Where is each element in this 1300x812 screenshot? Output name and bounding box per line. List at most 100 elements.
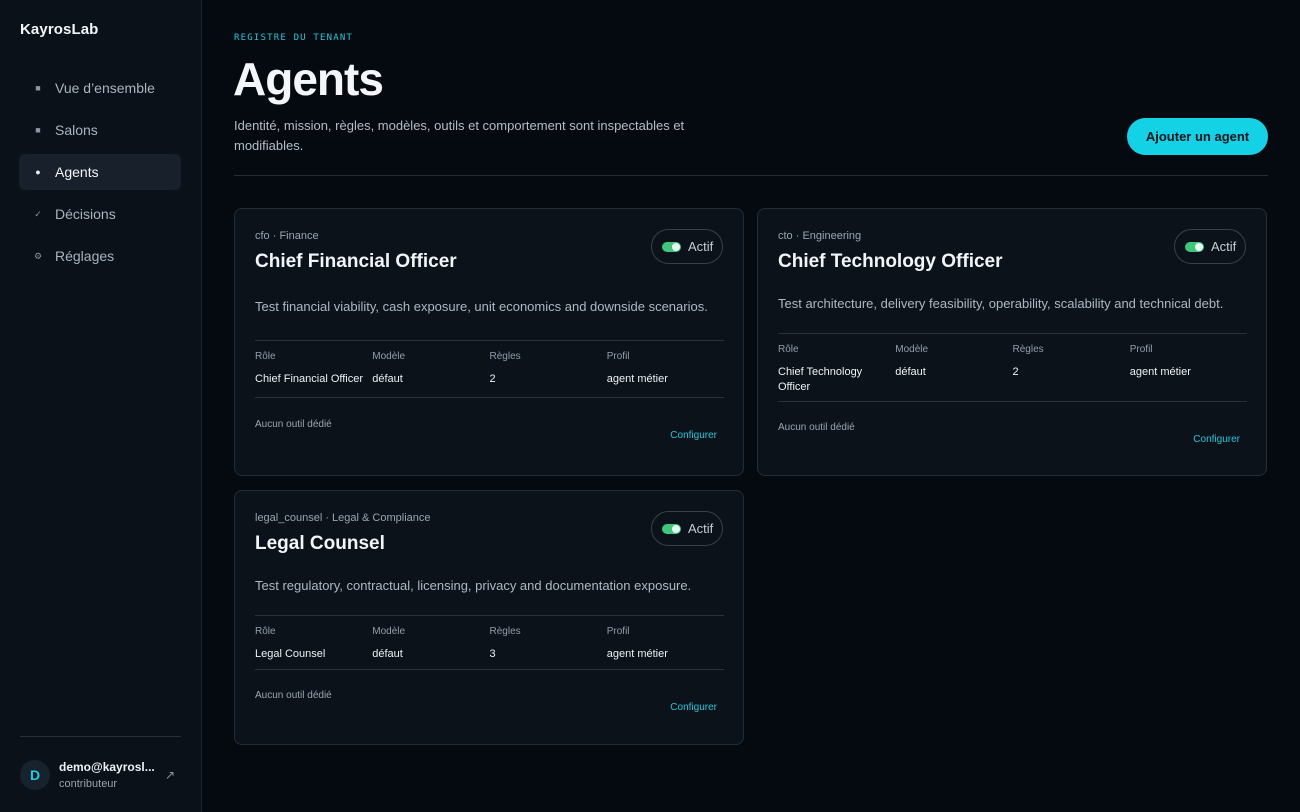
sidebar-item-label: Salons (55, 122, 98, 138)
field-profile: Profil agent métier (607, 351, 724, 387)
field-value: 2 (489, 373, 496, 385)
status-label: Actif (1211, 239, 1237, 254)
field-label: Rôle (255, 626, 276, 637)
configure-link[interactable]: Configurer (1193, 434, 1240, 445)
status-label: Actif (688, 521, 714, 536)
field-model: Modèle défaut (372, 626, 489, 662)
status-toggle[interactable]: Actif (651, 229, 723, 264)
card-divider (778, 333, 1247, 334)
card-divider (255, 615, 724, 616)
sidebar-item-label: Agents (55, 164, 99, 180)
card-divider (255, 669, 724, 670)
sidebar-item-settings[interactable]: ⚙ Réglages (19, 238, 181, 274)
agent-card-cfo: cfo · Finance Chief Financial Officer Ac… (234, 208, 744, 476)
avatar: D (20, 760, 50, 790)
field-label: Règles (489, 626, 521, 637)
square-icon: ■ (35, 124, 41, 135)
field-label: Modèle (372, 626, 406, 637)
field-role: Rôle Legal Counsel (255, 626, 372, 662)
add-agent-button[interactable]: Ajouter un agent (1127, 118, 1268, 155)
field-model: Modèle défaut (372, 351, 489, 387)
main-content: REGISTRE DU TENANT Agents Identité, miss… (202, 0, 1300, 812)
field-label: Profil (606, 626, 630, 637)
square-icon: ■ (35, 82, 41, 93)
field-label: Rôle (255, 351, 276, 362)
field-label: Modèle (372, 351, 406, 362)
external-link-icon[interactable]: ↗ (165, 768, 175, 782)
field-label: Règles (1012, 344, 1044, 355)
field-profile: Profil agent métier (1130, 344, 1247, 395)
sidebar-divider (20, 736, 181, 737)
agent-meta: cfo · Finance (255, 230, 319, 242)
agent-card-legal-counsel: legal_counsel · Legal & Compliance Legal… (234, 490, 744, 745)
page-subtitle: Identité, mission, règles, modèles, outi… (234, 118, 685, 153)
header-divider (234, 175, 1268, 176)
field-value: agent métier (1129, 366, 1191, 378)
field-label: Rôle (778, 344, 799, 355)
page-eyebrow: REGISTRE DU TENANT (234, 33, 354, 43)
sidebar-nav: ■ Vue d’ensemble ■ Salons ● Agents ✓ Déc… (19, 70, 181, 280)
field-value: défaut (372, 648, 403, 660)
agent-description: Test regulatory, contractual, licensing,… (255, 578, 692, 593)
agent-fields: Rôle Legal Counsel Modèle défaut Règles … (255, 626, 724, 662)
agent-fields: Rôle Chief Financial Officer Modèle défa… (255, 351, 724, 387)
agent-meta: cto · Engineering (778, 230, 862, 242)
field-value: défaut (372, 373, 403, 385)
toggle-switch-icon (662, 523, 681, 534)
field-label: Règles (489, 351, 521, 362)
card-divider (778, 401, 1247, 402)
sidebar-item-label: Réglages (55, 248, 115, 264)
agent-fields: Rôle Chief Technology Officer Modèle déf… (778, 344, 1247, 395)
field-value: agent métier (606, 373, 668, 385)
status-toggle[interactable]: Actif (1174, 229, 1246, 264)
field-value: 3 (489, 648, 496, 660)
field-label: Profil (606, 351, 630, 362)
sidebar-item-agents[interactable]: ● Agents (19, 154, 181, 190)
status-toggle[interactable]: Actif (651, 511, 723, 546)
sidebar: KayrosLab ■ Vue d’ensemble ■ Salons ● Ag… (0, 0, 202, 812)
configure-link[interactable]: Configurer (670, 702, 717, 713)
field-value: Chief Financial Officer (255, 373, 364, 385)
agent-tools: Aucun outil dédié (255, 419, 332, 430)
agent-card-cto: cto · Engineering Chief Technology Offic… (757, 208, 1267, 476)
status-label: Actif (688, 239, 714, 254)
toggle-switch-icon (1185, 241, 1204, 252)
sidebar-item-salons[interactable]: ■ Salons (19, 112, 181, 148)
user-role: contributeur (59, 778, 118, 790)
user-menu[interactable]: D demo@kayrosl... contributeur ↗ (20, 757, 182, 793)
sidebar-item-label: Décisions (55, 206, 116, 222)
field-value: Legal Counsel (255, 648, 326, 660)
field-role: Rôle Chief Financial Officer (255, 351, 372, 387)
gear-icon: ⚙ (33, 250, 43, 261)
app-window: KayrosLab ■ Vue d’ensemble ■ Salons ● Ag… (0, 0, 1300, 812)
agent-title: Chief Financial Officer (255, 251, 457, 272)
field-value: défaut (895, 366, 926, 378)
field-profile: Profil agent métier (607, 626, 724, 662)
agent-description: Test architecture, delivery feasibility,… (778, 296, 1224, 311)
field-model: Modèle défaut (895, 344, 1012, 395)
agent-tools: Aucun outil dédié (778, 422, 855, 433)
agent-tools: Aucun outil dédié (255, 690, 332, 701)
field-value: 2 (1012, 366, 1019, 378)
check-icon: ✓ (34, 208, 42, 219)
agent-title: Chief Technology Officer (778, 251, 1003, 272)
field-value: Chief Technology Officer (778, 366, 863, 393)
agent-title: Legal Counsel (255, 533, 385, 554)
user-email: demo@kayrosl... (59, 760, 155, 774)
brand-logo[interactable]: KayrosLab (20, 21, 98, 38)
field-rules: Règles 2 (490, 351, 607, 387)
agent-description: Test financial viability, cash exposure,… (255, 299, 708, 314)
field-rules: Règles 2 (1013, 344, 1130, 395)
card-divider (255, 340, 724, 341)
field-label: Profil (1129, 344, 1153, 355)
page-title: Agents (233, 53, 384, 105)
toggle-switch-icon (662, 241, 681, 252)
configure-link[interactable]: Configurer (670, 430, 717, 441)
sidebar-item-decisions[interactable]: ✓ Décisions (19, 196, 181, 232)
field-label: Modèle (895, 344, 929, 355)
sidebar-item-overview[interactable]: ■ Vue d’ensemble (19, 70, 181, 106)
sidebar-item-label: Vue d’ensemble (55, 80, 155, 96)
field-rules: Règles 3 (490, 626, 607, 662)
field-value: agent métier (606, 648, 668, 660)
user-info: demo@kayrosl... contributeur (59, 760, 157, 790)
